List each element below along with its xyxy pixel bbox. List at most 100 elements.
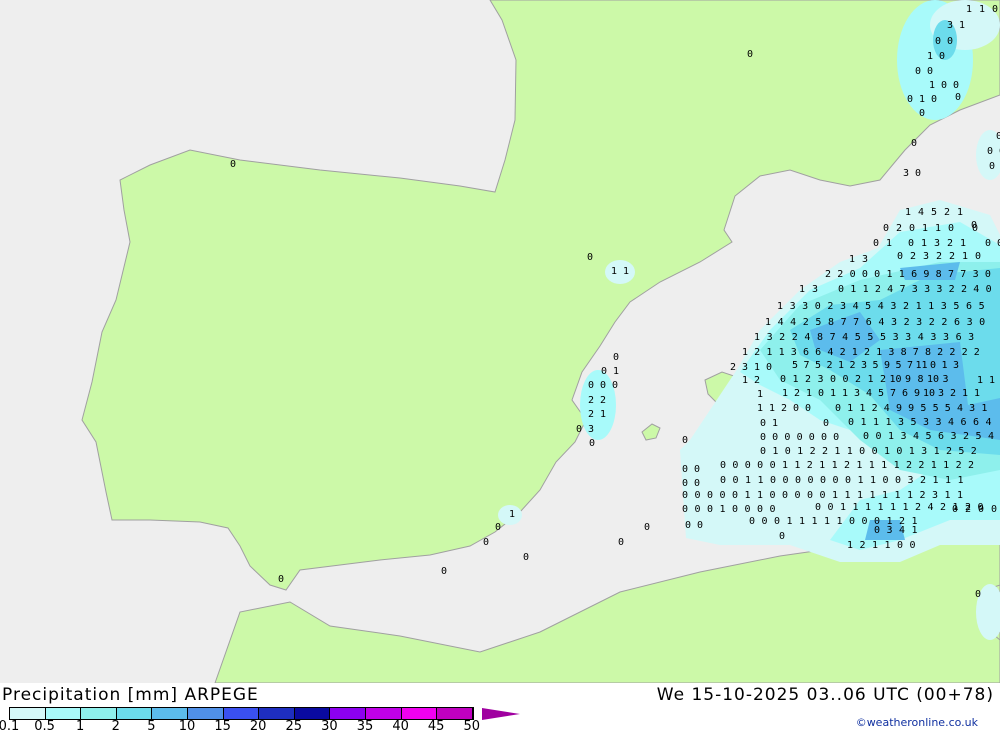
precip-value: 1 <box>768 403 776 414</box>
precip-value: 0 <box>277 574 285 585</box>
precip-value: 2 <box>837 269 844 280</box>
precip-value: 0 <box>748 516 756 527</box>
precip-value: 0 <box>719 490 726 501</box>
precip-value: 4 <box>852 301 859 312</box>
precip-value: 1 <box>898 269 905 280</box>
precip-value: 1 <box>811 516 818 527</box>
precip-value: 0 <box>974 251 982 262</box>
precip-value: 1 <box>778 347 785 358</box>
precip-value: 1 <box>956 490 964 501</box>
precip-value: 2 <box>802 317 809 328</box>
precip-value: 3 <box>741 362 749 373</box>
valid-time: We 15-10-2025 03..06 UTC (00+78) <box>656 685 994 705</box>
precip-value: 0 <box>796 432 803 443</box>
color-scale-tick: 45 <box>427 719 445 734</box>
precip-value: 0 <box>681 504 689 515</box>
precip-value: 1 <box>839 502 847 513</box>
precip-value: 3 <box>937 388 945 399</box>
precip-value: 1 <box>798 284 806 295</box>
precip-value: 1 <box>599 409 607 420</box>
precip-value: 0 <box>765 362 773 373</box>
precip-value: 0 <box>744 504 751 515</box>
precip-value: 1 <box>859 403 866 414</box>
precip-value: 1 <box>918 94 926 105</box>
precip-value: 0 <box>779 374 787 385</box>
precip-value: 0 <box>696 520 704 531</box>
color-scale-tick: 50 <box>463 719 481 734</box>
precip-value: 0 <box>759 418 767 429</box>
precip-value: 1 <box>981 403 988 414</box>
precip-value: 6 <box>960 417 967 428</box>
precip-value: 0 <box>977 504 985 515</box>
map-title: Precipitation [mm] ARPEGE <box>2 685 259 705</box>
precip-value: 8 <box>917 374 924 385</box>
precip-value: 0 <box>806 490 814 501</box>
precip-value: 2 <box>879 374 887 385</box>
precip-value: 3 <box>968 332 975 343</box>
precip-value: 1 <box>798 516 806 527</box>
precip-value: 3 <box>966 317 973 328</box>
precip-value: 0 <box>820 432 828 443</box>
precip-value: 1 <box>756 389 764 400</box>
precip-value: 0 <box>979 317 986 328</box>
precip-value: 1 <box>869 490 876 501</box>
precip-value: 1 <box>904 207 912 218</box>
precip-value: 0 <box>819 490 826 501</box>
precip-value: 1 <box>872 417 880 428</box>
precip-value: 1 <box>781 460 789 471</box>
precip-value: 0 <box>908 223 916 234</box>
precip-value: 1 <box>902 502 909 513</box>
precip-value: 1 <box>834 446 841 457</box>
precip-value: 1 <box>932 475 939 486</box>
precip-value: 0 <box>847 417 855 428</box>
precip-value: 0 <box>794 490 801 501</box>
precip-value: 3 <box>853 388 861 399</box>
precip-value: 4 <box>887 284 894 295</box>
precip-value: 0 <box>706 490 714 501</box>
precip-value: 1 <box>956 207 964 218</box>
precip-value: 0 <box>896 540 904 551</box>
precip-value: 1 <box>893 460 900 471</box>
precip-value: 2 <box>895 223 903 234</box>
precip-value: 3 <box>940 301 947 312</box>
precip-value: 2 <box>960 284 968 295</box>
precip-value: 1 <box>871 540 879 551</box>
precip-value: 0 <box>588 438 596 449</box>
precip-value: 6 <box>865 317 872 328</box>
precip-value: 0 <box>829 374 837 385</box>
precip-value: 1 <box>928 301 935 312</box>
precip-value: 1 <box>851 347 858 358</box>
precip-value: 2 <box>939 502 947 513</box>
color-scale-tick: 1 <box>76 719 85 734</box>
precip-value: 0 <box>896 446 903 457</box>
precip-value: 0 <box>990 504 998 515</box>
precip-value: 0 <box>693 464 701 475</box>
credit-link[interactable]: ©weatheronline.co.uk <box>856 716 978 729</box>
precip-value: 1 <box>862 284 869 295</box>
precip-value: 7 <box>889 388 897 399</box>
precip-value: 0 <box>995 131 1000 142</box>
precip-value: 0 <box>732 460 739 471</box>
precip-value: 1 <box>847 403 854 414</box>
precip-value: 0 <box>848 516 856 527</box>
precip-value: 1 <box>877 502 884 513</box>
precip-value: 0 <box>907 238 915 249</box>
precip-value: 1 <box>934 223 942 234</box>
precip-value: 4 <box>865 388 873 399</box>
precip-value: 0 <box>947 223 955 234</box>
color-scale-tick: 2 <box>111 719 120 734</box>
precip-value: 3 <box>886 525 893 536</box>
precip-value: 3 <box>900 431 907 442</box>
precip-value: 2 <box>827 301 834 312</box>
precip-value: 0 <box>940 80 948 91</box>
precip-value: 0 <box>757 460 764 471</box>
precip-value: 7 <box>960 269 967 280</box>
precip-value: 2 <box>967 460 975 471</box>
precip-value: 0 <box>873 525 881 536</box>
precip-value: 2 <box>793 388 801 399</box>
precip-value: 7 <box>840 317 847 328</box>
precip-value: 2 <box>949 388 957 399</box>
precip-value: 2 <box>599 395 607 406</box>
precip-value: 3 <box>911 284 918 295</box>
precip-value: 1 <box>766 347 773 358</box>
